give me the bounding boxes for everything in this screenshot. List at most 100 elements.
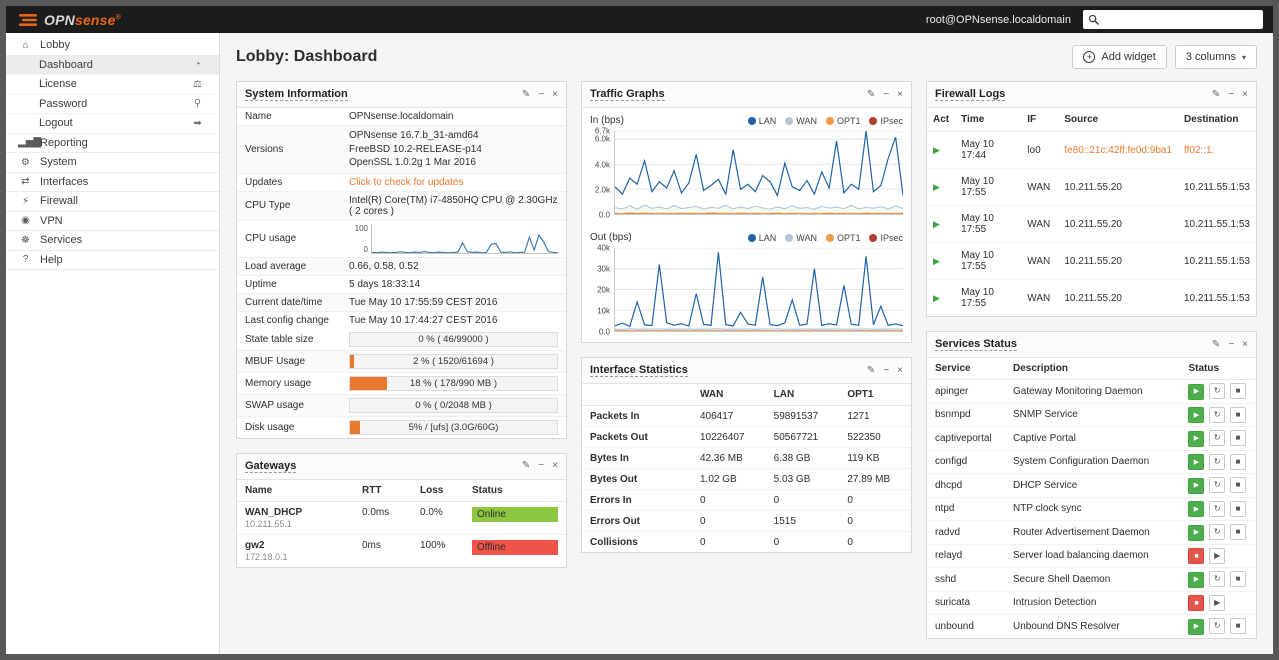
table-row: Collisions 0 0 0 [582, 531, 911, 552]
service-stop-button[interactable]: ■ [1230, 571, 1246, 587]
service-restart-button[interactable]: ↻ [1209, 571, 1226, 587]
sidebar-item-logout[interactable]: ➡ Logout [6, 114, 219, 134]
legend-label: LAN [758, 232, 777, 243]
service-stop-button[interactable]: ■ [1230, 477, 1246, 493]
service-restart-button[interactable]: ↻ [1209, 500, 1226, 517]
service-running-indicator[interactable]: ▶ [1188, 407, 1205, 423]
service-restart-button[interactable]: ↻ [1209, 618, 1226, 634]
legend-dot [747, 233, 756, 242]
close-widget-button[interactable]: × [897, 89, 903, 100]
service-row: ntpd NTP clock sync ▶ ↻ ■ [927, 496, 1256, 521]
service-description: Intrusion Detection [1005, 590, 1181, 615]
service-running-indicator[interactable]: ▶ [1188, 524, 1205, 541]
service-restart-button[interactable]: ↻ [1209, 406, 1226, 423]
minimize-widget-button[interactable]: − [883, 365, 889, 376]
restart-icon: ↻ [1213, 480, 1221, 489]
close-widget-button[interactable]: × [552, 461, 558, 471]
columns-select[interactable]: 3 columns ▾ [1174, 45, 1257, 69]
service-running-indicator[interactable]: ▶ [1188, 430, 1205, 447]
brand-text: OPNsense® [44, 11, 122, 28]
service-stopped-indicator[interactable]: ■ [1188, 548, 1205, 564]
edit-widget-button[interactable]: ✎ [1212, 339, 1220, 350]
edit-widget-button[interactable]: ✎ [1212, 89, 1220, 100]
close-widget-button[interactable]: × [1242, 339, 1248, 350]
pass-action-icon[interactable]: ▶ [933, 219, 940, 229]
minimize-widget-button[interactable]: − [538, 461, 544, 471]
service-running-indicator[interactable]: ▶ [1188, 454, 1205, 470]
service-running-indicator[interactable]: ▶ [1188, 477, 1205, 494]
widget-title[interactable]: Interface Statistics [590, 364, 688, 377]
edit-widget-button[interactable]: ✎ [867, 365, 875, 376]
log-interface: WAN [1021, 242, 1059, 280]
service-restart-button[interactable]: ↻ [1209, 453, 1226, 470]
service-restart-button[interactable]: ↻ [1209, 524, 1226, 540]
stop-icon: ■ [1235, 503, 1241, 513]
service-stop-button[interactable]: ■ [1230, 453, 1246, 470]
service-stop-button[interactable]: ■ [1230, 618, 1246, 634]
table-row: MBUF Usage 2 % ( 1520/61694 ) [237, 349, 566, 372]
service-start-button[interactable]: ▶ [1209, 594, 1226, 611]
close-widget-button[interactable]: × [552, 89, 558, 100]
add-widget-button[interactable]: + Add widget [1072, 45, 1167, 69]
legend-dot [869, 116, 878, 125]
restart-icon: ↻ [1213, 409, 1221, 419]
check-updates-link[interactable]: Click to check for updates [349, 177, 464, 188]
sidebar-item-help[interactable]: ? Help [6, 251, 219, 270]
service-running-indicator[interactable]: ▶ [1188, 501, 1205, 517]
service-name: bsnmpd [927, 402, 1005, 427]
stop-icon: ■ [1235, 621, 1241, 630]
minimize-widget-button[interactable]: − [538, 89, 544, 100]
pass-action-icon[interactable]: ▶ [933, 293, 940, 303]
gateway-rtt: 0.0ms [354, 500, 412, 534]
global-search[interactable] [1083, 10, 1263, 29]
service-restart-button[interactable]: ↻ [1209, 430, 1226, 446]
service-stop-button[interactable]: ■ [1230, 406, 1246, 423]
service-running-indicator[interactable]: ▶ [1188, 571, 1205, 588]
pass-action-icon[interactable]: ▶ [933, 145, 940, 155]
traffic-in-label: In (bps) [590, 115, 624, 126]
edit-widget-button[interactable]: ✎ [522, 461, 530, 471]
sidebar-item-license[interactable]: ⚖ License [6, 75, 219, 95]
service-stop-button[interactable]: ■ [1230, 383, 1246, 399]
widget-title[interactable]: System Information [245, 88, 348, 101]
widget-title[interactable]: Gateways [245, 460, 297, 473]
service-start-button[interactable]: ▶ [1209, 547, 1226, 564]
firewall-log-row: ▶ May 10 17:55 WAN 10.211.55.20 10.211.5… [927, 242, 1256, 280]
legend-item: IPsec [869, 116, 903, 126]
opnsense-logo[interactable]: OPNsense® [18, 12, 121, 28]
service-stop-button[interactable]: ■ [1230, 524, 1246, 540]
edit-widget-button[interactable]: ✎ [867, 89, 875, 100]
close-widget-button[interactable]: × [1242, 89, 1248, 100]
widget-title[interactable]: Firewall Logs [935, 88, 1006, 101]
search-input[interactable] [1105, 12, 1258, 27]
pass-action-icon[interactable]: ▶ [933, 182, 940, 192]
table-row: State table size 0 % ( 46/99000 ) [237, 329, 566, 351]
service-running-indicator[interactable]: ▶ [1188, 618, 1205, 635]
sidebar-item-reporting[interactable]: ▂▅▇ Reporting [6, 134, 219, 153]
service-stopped-indicator[interactable]: ■ [1188, 595, 1205, 611]
service-restart-button[interactable]: ↻ [1209, 383, 1226, 399]
restart-icon: ↻ [1213, 527, 1221, 536]
service-stop-button[interactable]: ■ [1230, 430, 1246, 446]
minimize-widget-button[interactable]: − [1228, 89, 1234, 100]
sidebar-item-interfaces[interactable]: ⇄ Interfaces [6, 173, 219, 192]
edit-widget-button[interactable]: ✎ [522, 89, 530, 100]
sidebar-item-system[interactable]: ⚙ System [6, 153, 219, 173]
minimize-widget-button[interactable]: − [883, 89, 889, 100]
widget-title[interactable]: Traffic Graphs [590, 88, 665, 101]
gateways-table: Name RTT Loss Status WAN_DHCP 10.211.55.… [237, 479, 566, 567]
minimize-widget-button[interactable]: − [1228, 339, 1234, 350]
sidebar-item-lobby[interactable]: ⌂ Lobby [6, 36, 219, 56]
sidebar-item-firewall[interactable]: ⚡ Firewall [6, 192, 219, 212]
service-stop-button[interactable]: ■ [1230, 500, 1246, 517]
sidebar-item-services[interactable]: ☸ Services [6, 231, 219, 251]
service-running-indicator[interactable]: ▶ [1188, 383, 1205, 400]
close-widget-button[interactable]: × [897, 365, 903, 376]
service-restart-button[interactable]: ↻ [1209, 477, 1226, 493]
sidebar-item-dashboard[interactable]: ◔ Dashboard [6, 55, 219, 75]
sidebar-item-vpn[interactable]: ◉ VPN [6, 212, 219, 231]
sidebar-item-password[interactable]: ⚲ Password [6, 95, 219, 114]
pass-action-icon[interactable]: ▶ [933, 256, 940, 266]
widget-title[interactable]: Services Status [935, 338, 1017, 351]
service-name: captiveportal [927, 426, 1005, 450]
